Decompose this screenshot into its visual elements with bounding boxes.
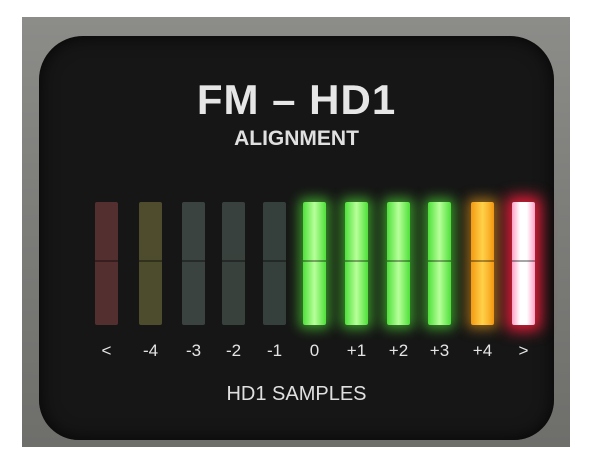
- scale-label: -4: [142, 341, 159, 360]
- photo: FM – HD1 ALIGNMENT < -4 -3 -2 -1 0 +1 +2 +3 +4 > H…: [0, 0, 595, 454]
- scale-label: +4: [472, 341, 493, 360]
- led-segment: [263, 202, 286, 325]
- scale-label: -1: [266, 341, 283, 360]
- led-segment: [428, 202, 451, 325]
- display-title: FM – HD1: [196, 76, 397, 123]
- led-segment: [182, 202, 205, 325]
- display-panel: FM – HD1 ALIGNMENT < -4 -3 -2 -1 0 +1 +2 +3 +4 > H…: [39, 36, 554, 440]
- scale-label: +2: [388, 341, 409, 360]
- led-segment: [95, 202, 118, 325]
- display-subtitle: ALIGNMENT: [234, 127, 359, 150]
- led-segment: [471, 202, 494, 325]
- led-segment: [303, 202, 326, 325]
- scale-label: >: [518, 341, 529, 360]
- led-segment: [222, 202, 245, 325]
- led-segment: [345, 202, 368, 325]
- scale-label: +1: [346, 341, 367, 360]
- scale-label: <: [101, 341, 112, 360]
- led-segment: [387, 202, 410, 325]
- led-segment: [139, 202, 162, 325]
- scale-label: -2: [225, 341, 242, 360]
- scale-caption: HD1 SAMPLES: [226, 383, 367, 405]
- scale-label: 0: [309, 341, 320, 360]
- led-segment: [512, 202, 535, 325]
- scale-label: -3: [185, 341, 202, 360]
- scale-label: +3: [429, 341, 450, 360]
